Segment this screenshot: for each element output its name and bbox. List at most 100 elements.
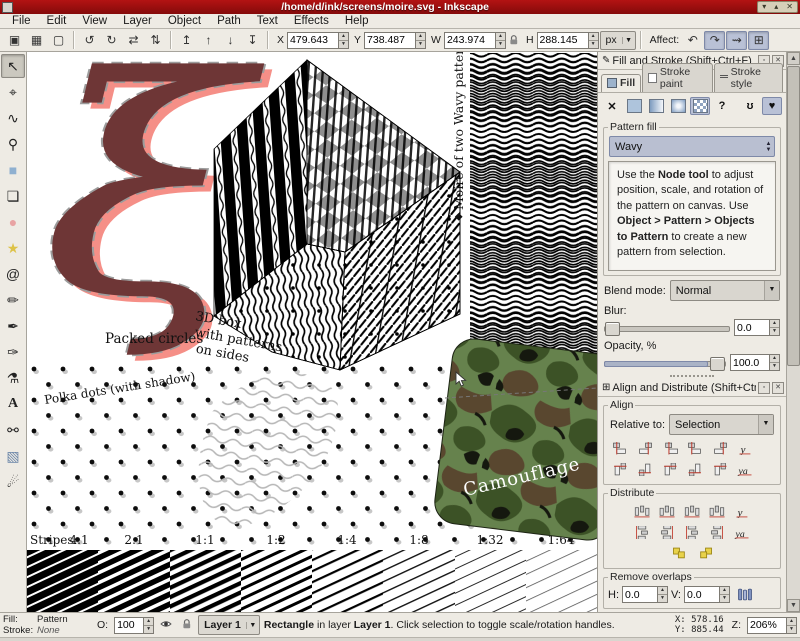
- select-all-layers-button[interactable]: ▦: [26, 31, 47, 50]
- remove-overlaps-button[interactable]: [733, 585, 756, 604]
- tool-connector[interactable]: ⚯: [1, 418, 25, 442]
- panel-collapse-button[interactable]: ▫: [758, 382, 770, 394]
- tool-node-editor[interactable]: ⌖: [1, 80, 25, 104]
- y-spin-buttons[interactable]: ▲▼: [415, 32, 426, 49]
- tab-stroke-style[interactable]: Stroke style: [714, 63, 783, 92]
- unclump-objects-button[interactable]: [693, 544, 716, 563]
- w-input[interactable]: [444, 32, 495, 49]
- distribute-text-anchor-h-button[interactable]: [731, 502, 754, 521]
- distribute-top-edges-button[interactable]: [631, 523, 654, 542]
- rotate-cw-button[interactable]: ↻: [101, 31, 122, 50]
- menu-effects[interactable]: Effects: [286, 14, 337, 28]
- raise-to-top-button[interactable]: ↥: [176, 31, 197, 50]
- x-spin-buttons[interactable]: ▲▼: [338, 32, 349, 49]
- align-left-to-right-edge-button[interactable]: [708, 439, 731, 458]
- tool-zoom[interactable]: ⚲: [1, 132, 25, 156]
- select-all-button[interactable]: ▣: [4, 31, 25, 50]
- menu-path[interactable]: Path: [209, 14, 249, 28]
- blend-mode-select[interactable]: Normal ▼: [670, 280, 780, 301]
- tool-pencil[interactable]: ✏: [1, 288, 25, 312]
- relative-to-select[interactable]: Selection ▼: [669, 414, 774, 435]
- moire-label[interactable]: Moire of two Wavy patterns: [451, 52, 466, 221]
- flip-vertical-button[interactable]: ⇅: [145, 31, 166, 50]
- tool-calligraphy[interactable]: ✑: [1, 340, 25, 364]
- align-right-to-left-edge-button[interactable]: [608, 439, 631, 458]
- tool-rectangle[interactable]: ■: [1, 158, 25, 182]
- master-opacity-input[interactable]: [114, 617, 143, 634]
- zoom-input[interactable]: [747, 617, 786, 634]
- menu-help[interactable]: Help: [337, 14, 377, 28]
- align-text-anchor-button[interactable]: [733, 439, 756, 458]
- tool-dropper[interactable]: ☄: [1, 470, 25, 494]
- affect-scale-stroke-button[interactable]: ⊞: [748, 31, 769, 50]
- tool-pen[interactable]: ✒: [1, 314, 25, 338]
- camouflage-object[interactable]: [432, 336, 597, 542]
- tool-ellipse[interactable]: ●: [1, 210, 25, 234]
- align-center-vertical-button[interactable]: [658, 439, 681, 458]
- randomize-positions-button[interactable]: [668, 544, 691, 563]
- tool-paint-bucket[interactable]: ⚗: [1, 366, 25, 390]
- lower-button[interactable]: ↓: [220, 31, 241, 50]
- scroll-down-icon[interactable]: ▼: [787, 599, 800, 612]
- tool-text[interactable]: A: [1, 392, 25, 416]
- h-gap-input[interactable]: [622, 586, 657, 603]
- w-spin-buttons[interactable]: ▲▼: [495, 32, 506, 49]
- panel-close-button[interactable]: ✕: [772, 382, 784, 394]
- affect-move-patterns-button[interactable]: ↶: [682, 31, 703, 50]
- menu-object[interactable]: Object: [160, 14, 209, 28]
- stripe-bands[interactable]: [27, 550, 597, 612]
- paint-unknown-button[interactable]: ?: [712, 97, 732, 115]
- y-input[interactable]: [364, 32, 415, 49]
- affect-move-gradients-button[interactable]: ↷: [704, 31, 725, 50]
- opacity-input[interactable]: [730, 354, 769, 371]
- scrollbar-thumb[interactable]: [787, 66, 800, 366]
- align-top-to-bottom-edge-button[interactable]: [708, 460, 731, 479]
- layer-lock-icon[interactable]: [178, 617, 194, 633]
- roll-window-button[interactable]: ▴: [770, 2, 782, 12]
- paint-radial-gradient-button[interactable]: [668, 97, 688, 115]
- distribute-left-edges-button[interactable]: [631, 502, 654, 521]
- distribute-text-baseline-v-button[interactable]: [731, 523, 754, 542]
- paint-flat-button[interactable]: [624, 97, 644, 115]
- fill-rule-evenodd-button[interactable]: ʊ: [740, 97, 760, 115]
- scroll-up-icon[interactable]: ▲: [787, 52, 800, 65]
- opacity-slider[interactable]: [604, 356, 726, 369]
- paint-none-button[interactable]: ✕: [602, 97, 622, 115]
- fill-rule-nonzero-button[interactable]: ♥: [762, 97, 782, 115]
- unit-select[interactable]: px▼: [600, 31, 636, 50]
- shade-window-button[interactable]: ▾: [758, 2, 770, 12]
- tab-fill[interactable]: Fill: [601, 74, 641, 92]
- distribute-bottom-edges-button[interactable]: [681, 523, 704, 542]
- canvas[interactable]: Stripes: 4:1 2:1 1:1 1:2 1:4 1:8 1:32 1:…: [27, 52, 597, 612]
- deselect-button[interactable]: ▢: [48, 31, 69, 50]
- align-bottom-to-top-edge-button[interactable]: [608, 460, 631, 479]
- layer-visibility-icon[interactable]: [158, 617, 174, 633]
- x-input[interactable]: [287, 32, 338, 49]
- align-right-edges-button[interactable]: [683, 439, 706, 458]
- h-input[interactable]: [537, 32, 588, 49]
- menu-layer[interactable]: Layer: [115, 14, 160, 28]
- packed-circles-label[interactable]: Packed circles: [105, 331, 203, 347]
- align-text-baseline-button[interactable]: [733, 460, 756, 479]
- align-center-horizontal-button[interactable]: [658, 460, 681, 479]
- rotate-ccw-button[interactable]: ↺: [79, 31, 100, 50]
- blur-input[interactable]: [734, 319, 769, 336]
- pattern-select[interactable]: Wavy ▲▼: [609, 136, 775, 157]
- tab-stroke-paint[interactable]: Stroke paint: [642, 63, 713, 92]
- tool-gradient[interactable]: ▧: [1, 444, 25, 468]
- align-left-edges-button[interactable]: [633, 439, 656, 458]
- align-bottom-edges-button[interactable]: [683, 460, 706, 479]
- lock-ratio-icon[interactable]: [507, 32, 521, 48]
- distribute-centers-v-button[interactable]: [656, 523, 679, 542]
- lower-to-bottom-button[interactable]: ↧: [242, 31, 263, 50]
- tool-star[interactable]: ★: [1, 236, 25, 260]
- paint-linear-gradient-button[interactable]: [646, 97, 666, 115]
- tool-3d-box[interactable]: ❏: [1, 184, 25, 208]
- tool-tweak[interactable]: ∿: [1, 106, 25, 130]
- tool-spiral[interactable]: @: [1, 262, 25, 286]
- moire-object[interactable]: [470, 53, 597, 372]
- distribute-gaps-h-button[interactable]: [706, 502, 729, 521]
- menu-file[interactable]: File: [4, 14, 39, 28]
- menu-text[interactable]: Text: [249, 14, 286, 28]
- h-spin-buttons[interactable]: ▲▼: [588, 32, 599, 49]
